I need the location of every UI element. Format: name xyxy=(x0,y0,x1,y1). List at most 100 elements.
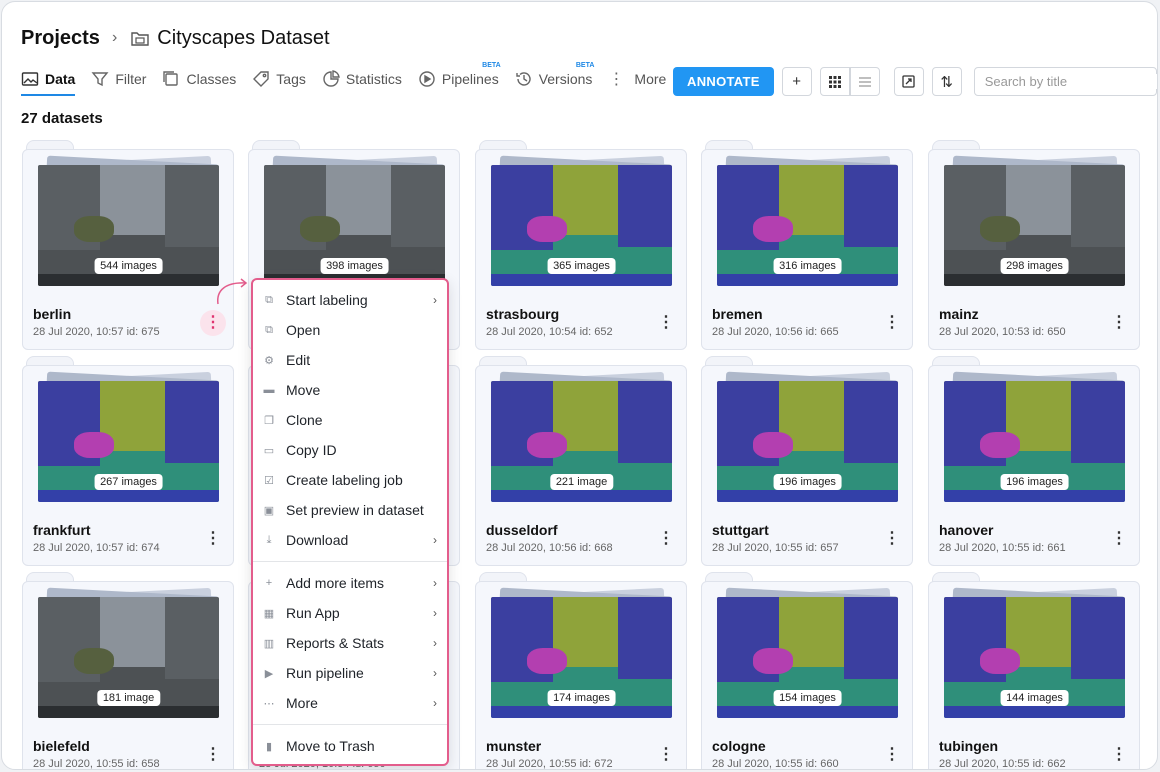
search-input[interactable] xyxy=(984,74,1157,89)
menu-item-label: Create labeling job xyxy=(286,472,403,488)
more-vertical-icon[interactable]: ⋮ xyxy=(1106,310,1132,336)
menu-item-edit[interactable]: ⚙ Edit xyxy=(253,345,447,375)
menu-item-add-more-items[interactable]: + Add more items › xyxy=(253,568,447,598)
dataset-name[interactable]: mainz xyxy=(939,306,979,322)
tab-classes[interactable]: Classes xyxy=(162,66,236,92)
tab-data[interactable]: Data xyxy=(21,66,76,96)
tab-more[interactable]: ⋮ More xyxy=(608,66,666,92)
more-vertical-icon[interactable]: ⋮ xyxy=(879,310,905,336)
menu-item-create-labeling-job[interactable]: ☑ Create labeling job xyxy=(253,465,447,495)
tab-label: More xyxy=(634,71,667,87)
menu-item-copy-id[interactable]: ▭ Copy ID xyxy=(253,435,447,465)
dataset-preview-image[interactable]: 144 images xyxy=(944,597,1125,718)
project-tabs: Data Filter Classes Tags Statistics Pipe… xyxy=(21,62,682,96)
more-vertical-icon[interactable]: ⋮ xyxy=(200,742,226,768)
page-title: Cityscapes Dataset xyxy=(157,26,330,49)
dataset-name[interactable]: dusseldorf xyxy=(486,522,558,538)
more-vertical-icon[interactable]: ⋮ xyxy=(879,742,905,768)
menu-item-start-labeling[interactable]: ⧉ Start labeling › xyxy=(253,285,447,315)
dataset-name[interactable]: tubingen xyxy=(939,738,998,754)
chevron-right-icon: › xyxy=(433,533,437,547)
breadcrumb: Projects › Cityscapes Dataset xyxy=(21,26,330,50)
dataset-card[interactable]: 298 images mainz 28 Jul 2020, 10:53 id: 65… xyxy=(928,140,1140,350)
list-view-button[interactable] xyxy=(849,67,880,96)
menu-item-move-to-trash[interactable]: ▮ Move to Trash xyxy=(253,731,447,761)
tab-tags[interactable]: Tags xyxy=(252,66,306,92)
tab-pipelines[interactable]: Pipelines BETA xyxy=(418,62,501,92)
expand-button[interactable] xyxy=(893,67,924,96)
dataset-preview-image[interactable]: 196 images xyxy=(944,381,1125,502)
menu-item-run-pipeline[interactable]: ▶ Run pipeline › xyxy=(253,658,447,688)
dataset-name[interactable]: cologne xyxy=(712,738,766,754)
menu-item-move[interactable]: ▬ Move xyxy=(253,375,447,405)
dataset-meta: 28 Jul 2020, 10:55 id: 657 xyxy=(712,542,839,554)
more-vertical-icon[interactable]: ⋮ xyxy=(653,742,679,768)
more-vertical-icon[interactable]: ⋮ xyxy=(1106,526,1132,552)
dataset-preview-image[interactable]: 174 images xyxy=(491,597,672,718)
dataset-preview-image[interactable]: 181 image xyxy=(38,597,219,718)
dataset-card[interactable]: 174 images munster 28 Jul 2020, 10:55 id: … xyxy=(475,572,687,769)
tab-statistics[interactable]: Statistics xyxy=(322,66,402,92)
grid-view-button[interactable] xyxy=(819,67,850,96)
dataset-name[interactable]: bremen xyxy=(712,306,763,322)
annotate-button[interactable]: ANNOTATE xyxy=(673,67,774,96)
tab-label: Classes xyxy=(186,71,237,87)
dataset-name[interactable]: hanover xyxy=(939,522,993,538)
apps-icon: ▦ xyxy=(263,607,275,620)
dataset-preview-image[interactable]: 298 images xyxy=(944,165,1125,286)
menu-item-more[interactable]: ⋯ More › xyxy=(253,688,447,718)
menu-item-label: Open xyxy=(286,322,321,338)
menu-item-run-app[interactable]: ▦ Run App › xyxy=(253,598,447,628)
image-count-badge: 196 images xyxy=(773,474,842,490)
tab-label: Statistics xyxy=(345,71,402,87)
dataset-card[interactable]: 181 image bielefeld 28 Jul 2020, 10:55 id:… xyxy=(22,572,234,770)
menu-item-label: Reports & Stats xyxy=(286,635,385,651)
bar-chart-icon: ▥ xyxy=(263,637,275,650)
tab-label: Pipelines xyxy=(441,71,499,87)
sort-button[interactable]: ⇅ xyxy=(931,67,962,96)
dataset-card[interactable]: 221 image dusseldorf 28 Jul 2020, 10:56 id… xyxy=(475,356,687,566)
menu-item-clone[interactable]: ❐ Clone xyxy=(253,405,447,435)
dataset-name[interactable]: bielefeld xyxy=(33,738,90,754)
menu-item-download[interactable]: ⤓ Download › xyxy=(253,525,447,555)
more-vertical-icon[interactable]: ⋮ xyxy=(653,310,679,336)
more-vertical-icon[interactable]: ⋮ xyxy=(200,526,226,552)
dataset-card[interactable]: 196 images stuttgart 28 Jul 2020, 10:55 id… xyxy=(701,356,913,566)
dataset-card[interactable]: 544 images berlin 28 Jul 2020, 10:57 id: 6… xyxy=(22,140,234,350)
dataset-preview-image[interactable]: 398 images xyxy=(264,165,445,286)
dataset-card[interactable]: 196 images hanover 28 Jul 2020, 10:55 id: … xyxy=(928,356,1140,566)
pie-chart-icon xyxy=(323,70,340,87)
tab-filter[interactable]: Filter xyxy=(91,66,146,92)
dataset-name[interactable]: stuttgart xyxy=(712,522,769,538)
dataset-preview-image[interactable]: 365 images xyxy=(491,165,672,286)
menu-item-open[interactable]: ⧉ Open xyxy=(253,315,447,345)
dataset-card[interactable]: 144 images tubingen 28 Jul 2020, 10:55 id:… xyxy=(928,572,1140,769)
more-vertical-icon[interactable]: ⋮ xyxy=(200,310,226,336)
dataset-preview-image[interactable]: 196 images xyxy=(717,381,898,502)
dataset-name[interactable]: frankfurt xyxy=(33,522,91,538)
more-vertical-icon[interactable]: ⋮ xyxy=(1106,742,1132,768)
breadcrumb-projects-link[interactable]: Projects xyxy=(21,27,100,50)
dataset-card[interactable]: 365 images strasbourg 28 Jul 2020, 10:54 i… xyxy=(475,140,687,350)
add-dataset-button[interactable]: + xyxy=(781,67,812,96)
dataset-preview-image[interactable]: 544 images xyxy=(38,165,219,286)
dataset-meta: 28 Jul 2020, 10:55 id: 658 xyxy=(33,758,160,770)
dataset-card[interactable]: 316 images bremen 28 Jul 2020, 10:56 id: 6… xyxy=(701,140,913,350)
menu-item-set-preview-in-dataset[interactable]: ▣ Set preview in dataset xyxy=(253,495,447,525)
dataset-name[interactable]: berlin xyxy=(33,306,71,322)
image-count-badge: 221 image xyxy=(549,474,614,490)
more-vertical-icon[interactable]: ⋮ xyxy=(879,526,905,552)
more-vertical-icon[interactable]: ⋮ xyxy=(653,526,679,552)
image-icon: ▣ xyxy=(263,504,275,517)
dataset-preview-image[interactable]: 267 images xyxy=(38,381,219,502)
tab-versions[interactable]: Versions BETA xyxy=(515,62,594,92)
dataset-name[interactable]: munster xyxy=(486,738,541,754)
menu-item-reports-stats[interactable]: ▥ Reports & Stats › xyxy=(253,628,447,658)
dataset-preview-image[interactable]: 316 images xyxy=(717,165,898,286)
dataset-preview-image[interactable]: 154 images xyxy=(717,597,898,718)
dataset-preview-image[interactable]: 221 image xyxy=(491,381,672,502)
dataset-name[interactable]: strasbourg xyxy=(486,306,559,322)
image-count-badge: 181 image xyxy=(96,690,161,706)
dataset-card[interactable]: 267 images frankfurt 28 Jul 2020, 10:57 id… xyxy=(22,356,234,566)
dataset-card[interactable]: 154 images cologne 28 Jul 2020, 10:55 id: … xyxy=(701,572,913,769)
